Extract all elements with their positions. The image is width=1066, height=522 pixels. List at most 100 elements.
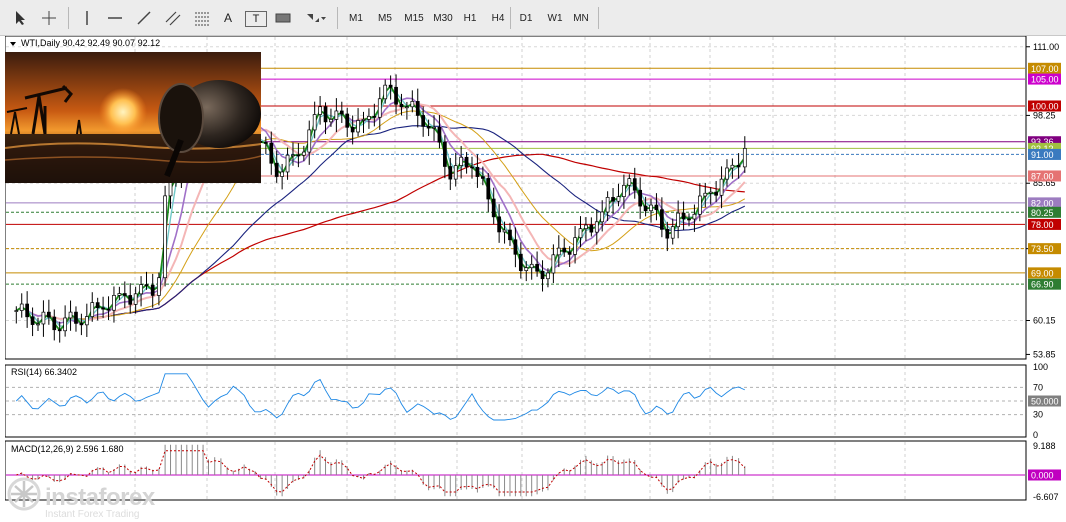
horizontal-line-tool[interactable]	[104, 8, 126, 28]
level-tag-label: 91.00	[1031, 150, 1054, 160]
candle-body	[139, 284, 143, 295]
candle-body	[491, 198, 496, 218]
candle-body	[556, 247, 561, 256]
macd-header: MACD(12,26,9) 2.596 1.680	[11, 444, 124, 454]
arrow-cursor-icon	[16, 11, 25, 25]
macd-axis-label: 9.188	[1033, 441, 1056, 451]
candle-body	[535, 263, 539, 272]
toolbar-separator	[598, 7, 599, 29]
candle-body	[632, 178, 637, 191]
cursor-tool[interactable]	[9, 8, 31, 28]
candle-body	[697, 195, 702, 215]
candle-body	[95, 302, 100, 309]
candle-body	[486, 178, 491, 200]
candle-body	[122, 293, 127, 296]
candle-body	[112, 295, 116, 311]
candle-body	[687, 218, 691, 221]
candle-body	[367, 116, 371, 120]
toolbar-separator	[510, 7, 511, 29]
candle-body	[567, 251, 572, 255]
candle-body	[106, 308, 111, 311]
candle-body	[291, 154, 295, 157]
candle-body	[14, 310, 19, 312]
candle-body	[301, 151, 306, 156]
candle-body	[280, 171, 284, 177]
macd-tag-label: 0.000	[1031, 470, 1054, 480]
candle-body	[681, 212, 686, 220]
timeframe-m1[interactable]: M1	[346, 8, 366, 28]
text-tool[interactable]: A	[218, 8, 238, 28]
channel-tool[interactable]	[162, 8, 184, 28]
level-tag-label: 80.25	[1031, 208, 1054, 218]
equidistant-channel-icon	[165, 11, 181, 26]
chart-svg: 100705030050.000 9.188-6.6070.000 111.00…	[4, 35, 1061, 514]
candle-body	[443, 141, 447, 167]
candle-body	[692, 213, 697, 220]
candle-body	[638, 189, 643, 207]
candle-body	[163, 195, 167, 279]
toolbar: A T M1 M5 M15 M30 H1 H4 D1 W1 MN	[0, 0, 1066, 36]
candle-body	[377, 98, 382, 118]
candle-body	[670, 226, 675, 239]
candle-body	[627, 178, 632, 186]
level-tag-label: 73.50	[1031, 244, 1054, 254]
candle-body	[394, 86, 398, 105]
candle-body	[600, 211, 605, 223]
candle-body	[649, 204, 653, 212]
candle-body	[144, 284, 149, 286]
trend-line-tool[interactable]	[133, 8, 155, 28]
candle-body	[616, 196, 621, 202]
vertical-line-tool[interactable]	[77, 8, 97, 28]
candle-body	[470, 166, 474, 169]
candle-body	[68, 311, 73, 319]
timeframe-m5[interactable]: M5	[375, 8, 395, 28]
candle-body	[426, 125, 431, 129]
rsi-axis-label: 100	[1033, 362, 1048, 372]
candle-body	[578, 228, 583, 239]
fibonacci-tool[interactable]	[191, 8, 213, 28]
candle-body	[432, 126, 436, 129]
candle-body	[708, 191, 713, 194]
candle-body	[437, 126, 442, 143]
rsi-axis-label: 30	[1033, 410, 1043, 420]
chart-header: WTI,Daily 90.42 92.49 90.07 92.12	[10, 38, 160, 48]
candle-body	[128, 295, 133, 305]
timeframe-h1[interactable]: H1	[460, 8, 480, 28]
candle-body	[475, 166, 480, 177]
candle-body	[117, 293, 122, 296]
timeframe-d1[interactable]: D1	[516, 8, 536, 28]
instaforex-logo: instaforex Instant Forex Trading	[7, 477, 156, 520]
oil-pump-photo	[4, 52, 262, 183]
candle-body	[540, 270, 545, 280]
candle-body	[388, 84, 393, 88]
candle-body	[52, 316, 57, 331]
timeframe-m15[interactable]: M15	[402, 8, 426, 28]
candle-body	[453, 165, 458, 180]
text-label-tool[interactable]: T	[245, 11, 267, 27]
timeframe-mn[interactable]: MN	[571, 8, 591, 28]
rectangle-tool[interactable]	[272, 8, 294, 28]
timeframe-w1[interactable]: W1	[545, 8, 565, 28]
level-tag-label: 105.00	[1031, 75, 1059, 85]
price-axis-label: 60.15	[1033, 316, 1056, 326]
candle-body	[551, 254, 556, 274]
timeframe-h4[interactable]: H4	[488, 8, 508, 28]
candle-body	[730, 164, 735, 169]
shapes-dropdown-icon	[307, 14, 326, 22]
timeframe-m30[interactable]: M30	[431, 8, 455, 28]
candle-body	[269, 142, 274, 164]
rsi-axis-label: 70	[1033, 382, 1043, 392]
candle-body	[703, 192, 708, 197]
candle-body	[157, 277, 161, 296]
candle-body	[63, 317, 67, 332]
candle-body	[611, 197, 615, 202]
crosshair-tool[interactable]	[38, 8, 60, 28]
candle-body	[399, 103, 404, 108]
level-tag-label: 66.90	[1031, 280, 1054, 290]
candle-body	[101, 307, 105, 310]
chart-panels: 100705030050.000 9.188-6.6070.000 111.00…	[4, 35, 1063, 514]
objects-tool[interactable]	[303, 8, 329, 28]
candle-body	[742, 148, 747, 168]
price-axis-label: 111.00	[1033, 42, 1059, 52]
brand-logo: instaforex Instant Forex Trading	[5, 476, 185, 522]
